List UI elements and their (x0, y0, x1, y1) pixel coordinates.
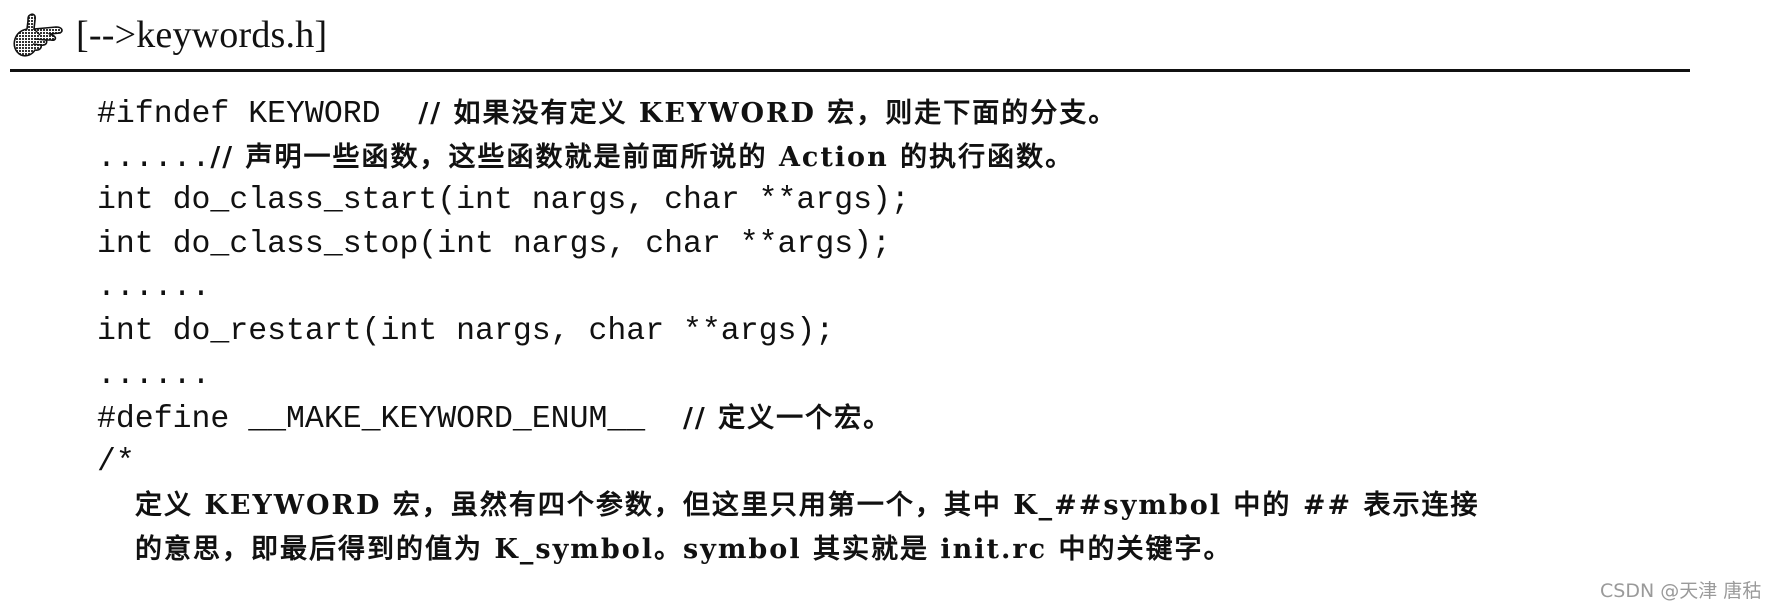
code-comment: // 如果没有定义 KEYWORD 宏，则走下面的分支。 (418, 98, 1118, 129)
horizontal-rule (10, 69, 1690, 72)
code-comment: // 定义一个宏。 (683, 403, 893, 435)
code-text: ...... (97, 357, 211, 393)
code-text: #ifndef KEYWORD (97, 97, 419, 132)
code-text: int do_class_stop(int nargs, char **args… (97, 226, 891, 262)
code-line: int do_restart(int nargs, char **args); (97, 310, 1479, 354)
watermark: CSDN @天津 唐秙 (1600, 580, 1762, 602)
code-line: int do_class_stop(int nargs, char **args… (97, 223, 1479, 267)
comment-line: 定义 KEYWORD 宏，虽然有四个参数，但这里只用第一个，其中 K_##sym… (97, 484, 1479, 528)
code-block: #ifndef KEYWORD // 如果没有定义 KEYWORD 宏，则走下面… (97, 92, 1479, 572)
code-text: int do_class_start(int nargs, char **arg… (97, 183, 910, 219)
code-line: ...... (97, 266, 1479, 310)
code-text: ...... (97, 270, 211, 306)
code-text: int do_restart(int nargs, char **args); (97, 313, 835, 349)
section-header: [-->keywords.h] (10, 10, 327, 60)
code-line: #ifndef KEYWORD // 如果没有定义 KEYWORD 宏，则走下面… (97, 92, 1479, 136)
pointing-hand-icon (13, 13, 63, 57)
code-line: ......// 声明一些函数，这些函数就是前面所说的 Action 的执行函数… (97, 136, 1479, 180)
code-line: ...... (97, 354, 1479, 398)
block-comment-text: 的意思，即最后得到的值为 K_symbol。symbol 其实就是 init.r… (135, 533, 1233, 565)
comment-line: 的意思，即最后得到的值为 K_symbol。symbol 其实就是 init.r… (97, 528, 1479, 572)
code-text: #define __MAKE_KEYWORD_ENUM__ (97, 402, 683, 438)
code-comment: // 声明一些函数，这些函数就是前面所说的 Action 的执行函数。 (210, 141, 1075, 173)
code-line: int do_class_start(int nargs, char **arg… (97, 179, 1479, 223)
code-text: /* (97, 444, 135, 480)
code-line: /* (97, 441, 1479, 485)
code-text: ...... (97, 140, 211, 176)
code-line: #define __MAKE_KEYWORD_ENUM__ // 定义一个宏。 (97, 397, 1479, 441)
file-title: [-->keywords.h] (76, 14, 328, 56)
block-comment-text: 定义 KEYWORD 宏，虽然有四个参数，但这里只用第一个，其中 K_##sym… (135, 490, 1480, 522)
